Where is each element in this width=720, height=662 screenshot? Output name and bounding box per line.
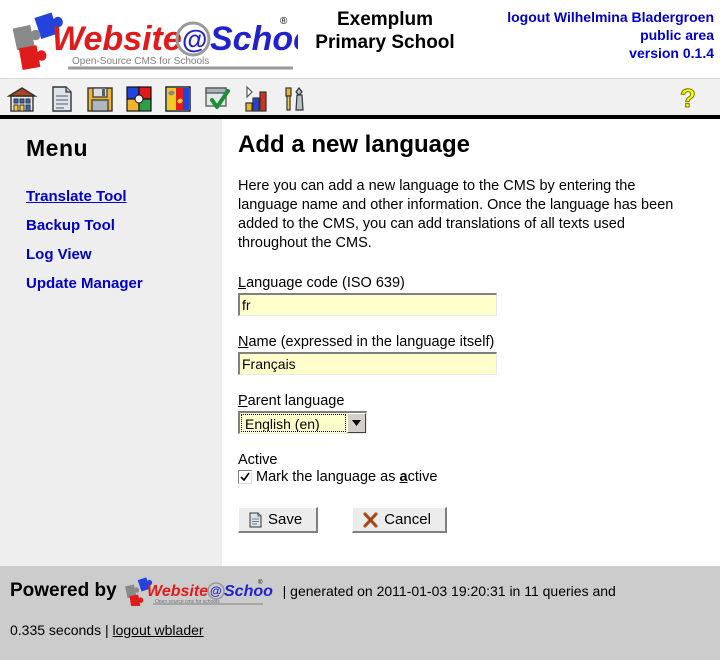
save-button-label: Save: [268, 511, 303, 528]
list-item: Backup Tool: [26, 217, 222, 235]
field-group-active: Active Mark the language as active: [238, 452, 706, 485]
themes-icon[interactable]: [162, 83, 194, 115]
svg-text:®: ®: [280, 16, 288, 27]
field-group-name: Name (expressed in the language itself): [238, 334, 706, 375]
page-title: Add a new language: [238, 131, 471, 158]
page-icon[interactable]: [45, 83, 77, 115]
save-disk-icon[interactable]: [84, 83, 116, 115]
sidebar-item-update-manager[interactable]: Update Manager: [26, 275, 143, 292]
add-language-form: Language code (ISO 639) Name (expressed …: [238, 275, 706, 533]
document-icon: [249, 512, 262, 527]
footer-generated-text: | generated on 2011-01-03 19:20:31 in 11…: [282, 583, 616, 599]
name-label: Name (expressed in the language itself): [238, 334, 706, 350]
parent-language-selected-value: English (en): [241, 414, 346, 432]
footer-line-2: 0.335 seconds | logout wblader: [10, 622, 720, 638]
active-checkbox-label[interactable]: Mark the language as active: [256, 469, 437, 485]
sidebar-item-log-view[interactable]: Log View: [26, 246, 92, 263]
page-footer: Powered by Website @ School ® Open sourc…: [0, 566, 720, 660]
school-name-line1: Exemplum: [336, 9, 434, 30]
sidebar-menu: Translate Tool Backup Tool Log View Upda…: [26, 188, 222, 293]
app-window: Website @ School ® Open-Source CMS for S…: [0, 0, 720, 662]
svg-text:@: @: [182, 24, 207, 54]
school-icon[interactable]: [6, 83, 38, 115]
active-text-before: Mark the language as: [256, 469, 400, 485]
accesskey-letter: L: [238, 275, 247, 291]
tools-icon[interactable]: [279, 83, 311, 115]
sidebar-title: Menu: [26, 135, 89, 161]
svg-text:@: @: [210, 584, 222, 598]
page-body: Menu Translate Tool Backup Tool Log View…: [0, 119, 720, 566]
page-header: Website @ School ® Open-Source CMS for S…: [0, 0, 720, 78]
main-toolbar: ?: [0, 78, 720, 119]
name-input[interactable]: [238, 352, 497, 375]
version-label: version 0.1.4: [629, 45, 714, 61]
logout-link-footer[interactable]: logout wblader: [113, 622, 204, 638]
active-checkbox[interactable]: [238, 470, 252, 484]
svg-text:®: ®: [258, 579, 263, 586]
save-button[interactable]: Save: [238, 507, 319, 533]
sidebar-item-backup-tool[interactable]: Backup Tool: [26, 217, 115, 234]
statistics-icon[interactable]: [240, 83, 272, 115]
list-item: Log View: [26, 246, 222, 264]
toolbar-icon-group: [6, 83, 311, 115]
language-code-label-rest: anguage code (ISO 639): [246, 275, 405, 291]
user-session-info: logout Wilhelmina Bladergroen public are…: [507, 8, 714, 62]
footer-seconds-text: 0.335 seconds |: [10, 622, 109, 638]
parent-language-select[interactable]: English (en): [238, 411, 367, 434]
footer-line-1: Powered by Website @ School ® Open sourc…: [10, 574, 720, 608]
language-code-label: Language code (ISO 639): [238, 275, 706, 291]
main-content: Add a new language Here you can add a ne…: [222, 119, 720, 566]
logout-link-header[interactable]: logout Wilhelmina Bladergroen: [507, 9, 714, 25]
language-code-input[interactable]: [238, 293, 497, 316]
list-item: Translate Tool: [26, 188, 222, 206]
school-name-line2: Primary School: [315, 32, 455, 53]
cancel-button[interactable]: Cancel: [352, 507, 447, 533]
cancel-button-label: Cancel: [384, 511, 431, 528]
footer-website-at-school-logo[interactable]: Website @ School ® Open source cms for s…: [123, 576, 273, 606]
chevron-down-icon[interactable]: [347, 413, 366, 433]
active-group-label: Active: [238, 452, 278, 468]
area-label: public area: [640, 27, 714, 43]
name-label-rest: ame (expressed in the language itself): [248, 334, 495, 350]
svg-text:Open-Source CMS for Schools: Open-Source CMS for Schools: [72, 56, 209, 67]
field-group-parent-language: Parent language English (en): [238, 393, 706, 434]
modules-icon[interactable]: [123, 83, 155, 115]
tasks-icon[interactable]: [201, 83, 233, 115]
active-text-after: ctive: [407, 469, 438, 485]
website-at-school-logo-graphic: Website @ School ® Open-Source CMS for S…: [12, 12, 298, 71]
accesskey-letter: a: [399, 469, 408, 485]
accesskey-letter: P: [238, 393, 248, 409]
cross-icon: [363, 511, 378, 528]
svg-text:School: School: [224, 583, 273, 600]
powered-by-label: Powered by: [10, 580, 117, 601]
field-group-language-code: Language code (ISO 639): [238, 275, 706, 316]
svg-text:Website: Website: [52, 20, 182, 58]
site-logo[interactable]: Website @ School ® Open-Source CMS for S…: [8, 6, 298, 72]
sidebar-item-translate-tool[interactable]: Translate Tool: [26, 188, 127, 205]
parent-language-label: Parent language: [238, 393, 706, 409]
form-buttons: Save Cancel: [238, 507, 706, 533]
sidebar: Menu Translate Tool Backup Tool Log View…: [0, 119, 222, 566]
svg-text:Website: Website: [147, 583, 208, 600]
parent-language-select-wrap: English (en): [238, 411, 367, 434]
svg-text:?: ?: [680, 83, 696, 113]
accesskey-letter: N: [238, 334, 249, 350]
parent-language-label-rest: arent language: [247, 393, 345, 409]
list-item: Update Manager: [26, 275, 222, 293]
active-checkbox-row: Mark the language as active: [238, 469, 706, 485]
help-icon[interactable]: ?: [678, 83, 706, 115]
school-name: Exemplum Primary School: [305, 8, 465, 54]
checkmark-icon: [240, 472, 250, 482]
intro-text: Here you can add a new language to the C…: [238, 178, 674, 251]
